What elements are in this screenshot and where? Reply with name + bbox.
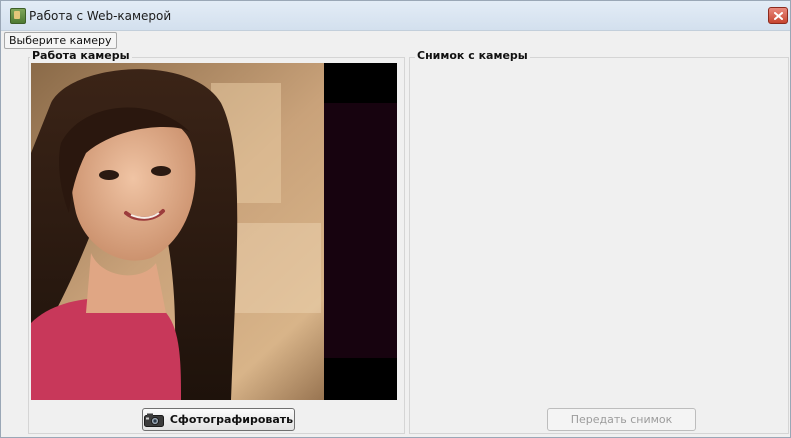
close-icon: [774, 12, 783, 20]
title-bar[interactable]: Работа с Web-камерой: [1, 1, 790, 31]
camera-snapshot-group: [409, 57, 789, 434]
main-window: Работа с Web-камерой Выберите камеру Раб…: [0, 0, 791, 438]
webcam-app-icon: [10, 8, 26, 24]
camera-live-view: [31, 63, 397, 400]
camera-icon: [143, 413, 164, 427]
take-photo-label: Сфотографировать: [169, 413, 294, 426]
camera-snapshot-label: Снимок с камеры: [415, 49, 530, 62]
window-title: Работа с Web-камерой: [29, 9, 172, 23]
camera-work-label: Работа камеры: [30, 49, 132, 62]
select-camera-menu[interactable]: Выберите камеру: [4, 32, 117, 49]
send-photo-button[interactable]: Передать снимок: [547, 408, 696, 431]
take-photo-button[interactable]: Сфотографировать: [142, 408, 295, 431]
camera-frame-image: [31, 63, 397, 400]
send-photo-label: Передать снимок: [570, 413, 673, 426]
close-button[interactable]: [768, 7, 788, 24]
